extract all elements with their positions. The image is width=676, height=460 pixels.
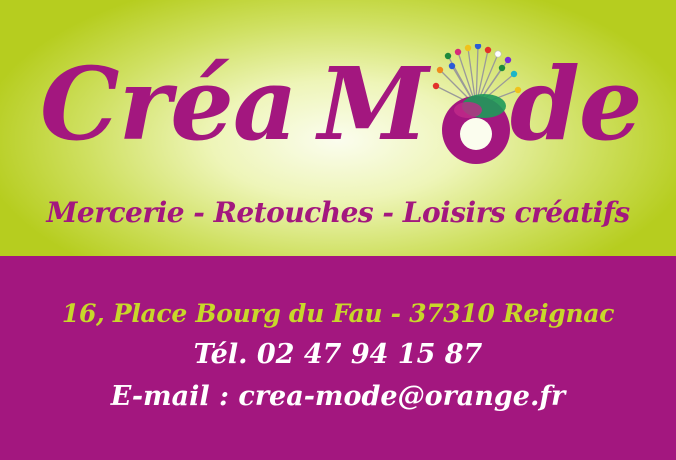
- brand-letter-m: M: [318, 45, 429, 163]
- email-label: E-mail :: [110, 381, 239, 412]
- brand-word-crea: Créa: [40, 45, 298, 163]
- phone-line: Tél. 02 47 94 15 87: [0, 336, 676, 374]
- brand-logo: Créa M de: [0, 44, 676, 174]
- address-text: 16, Place Bourg du Fau - 37310 Reignac: [61, 299, 615, 328]
- phone-label: Tél.: [193, 339, 257, 370]
- email-address[interactable]: crea-mode@orange.fr: [238, 381, 565, 412]
- tagline: Mercerie - Retouches - Loisirs créatifs: [46, 196, 630, 229]
- brand-word-de: de: [510, 45, 643, 163]
- email-line: E-mail : crea-mode@orange.fr: [0, 378, 676, 416]
- business-card: Créa M de Mercerie - Retouches - Loisirs…: [0, 0, 676, 460]
- phone-number[interactable]: 02 47 94 15 87: [257, 339, 482, 370]
